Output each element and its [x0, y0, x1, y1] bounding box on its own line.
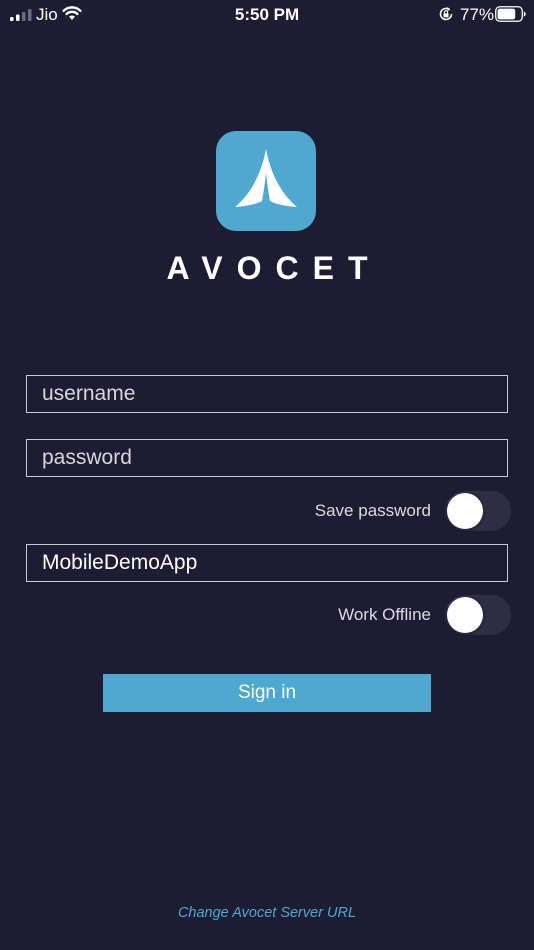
app-name: AVOCET	[166, 250, 382, 286]
sign-in-button[interactable]: Sign in	[103, 674, 431, 712]
avocet-logo-icon	[216, 131, 316, 231]
change-server-url-link[interactable]: Change Avocet Server URL	[0, 905, 534, 921]
password-input[interactable]	[26, 439, 508, 477]
work-offline-toggle[interactable]	[445, 595, 511, 635]
save-password-toggle[interactable]	[445, 491, 511, 531]
server-input[interactable]	[26, 544, 508, 582]
battery-percent: 77%	[460, 5, 495, 24]
rotation-lock-icon	[439, 7, 453, 21]
save-password-label: Save password	[314, 501, 431, 520]
status-bar: Jio 5:50 PM 77%	[0, 0, 534, 28]
work-offline-label: Work Offline	[338, 605, 431, 624]
username-input[interactable]	[26, 375, 508, 413]
toggle-knob	[447, 493, 483, 529]
battery-icon	[495, 6, 526, 22]
toggle-knob	[447, 597, 483, 633]
